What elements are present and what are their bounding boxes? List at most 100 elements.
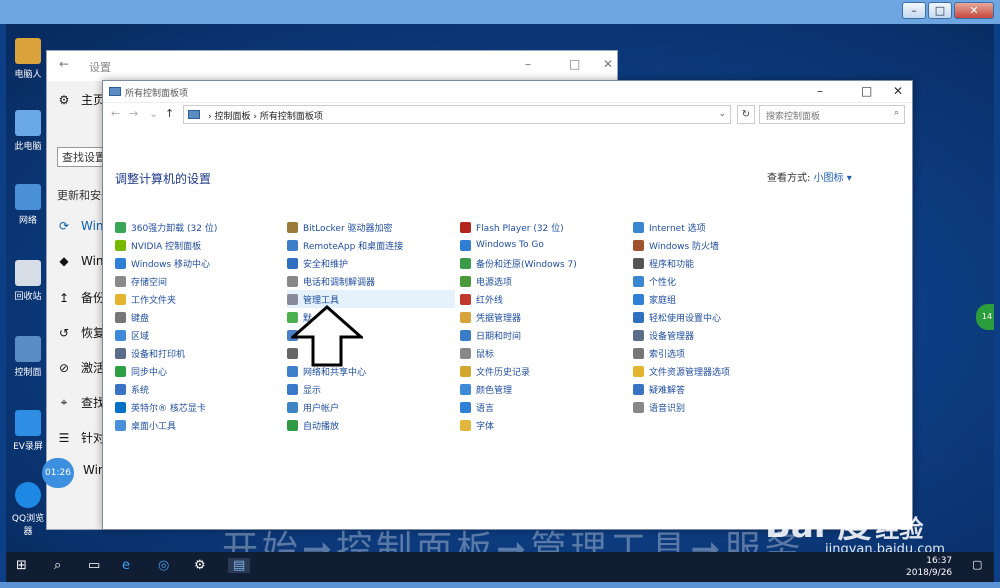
desktop-icon-recycle-bin[interactable]: 回收站	[8, 260, 48, 302]
desktop-icon-control-panel[interactable]: 控制面	[8, 336, 48, 378]
cp-maximize-button[interactable]: □	[861, 84, 872, 98]
cp-item[interactable]: 凭据管理器	[460, 308, 521, 326]
search-icon[interactable]: ⌕	[54, 558, 61, 573]
watermark-text: 经验	[875, 515, 924, 543]
breadcrumb-control-panel[interactable]: 控制面板	[214, 112, 250, 122]
cp-item[interactable]: 存储空间	[115, 272, 167, 290]
back-arrow-icon[interactable]: ←	[59, 57, 69, 71]
desktop-icon-this-pc[interactable]: 此电脑	[8, 110, 48, 152]
cp-item-label: 凭据管理器	[476, 313, 522, 324]
back-arrow-icon[interactable]: ←	[111, 107, 120, 120]
cp-item[interactable]: 颜色管理	[460, 380, 512, 398]
view-by-dropdown[interactable]: 小图标 ▾	[814, 173, 852, 184]
side-float-badge[interactable]: 14	[976, 304, 994, 330]
cp-item[interactable]: 字体	[460, 416, 494, 434]
vm-host-window: – □ ✕ 电脑人 此电脑 网络 回收站 控制面 EV录屏 QQ浏览器 ← 设置…	[0, 0, 1000, 588]
cp-item[interactable]: 语音识别	[633, 398, 685, 416]
cp-item[interactable]: 个性化	[633, 272, 676, 290]
system-clock[interactable]: 16:37 2018/9/26	[906, 555, 952, 579]
settings-close-button[interactable]: ✕	[603, 57, 613, 71]
cp-item[interactable]: 区域	[115, 326, 149, 344]
cp-item[interactable]: 360强力卸载 (32 位)	[115, 218, 217, 236]
host-maximize-button[interactable]: □	[928, 2, 952, 19]
task-view-icon[interactable]: ▭	[88, 558, 100, 573]
cp-item[interactable]: 英特尔® 核芯显卡	[115, 398, 206, 416]
cp-item[interactable]: 语言	[460, 398, 494, 416]
cp-minimize-button[interactable]: –	[817, 84, 823, 98]
cp-item[interactable]: 文件资源管理器选项	[633, 362, 730, 380]
cp-item-icon	[633, 275, 644, 287]
ie-icon[interactable]: e	[122, 558, 130, 573]
settings-gear-icon[interactable]: ⚙	[194, 558, 206, 573]
cp-item[interactable]: Windows 移动中心	[115, 254, 210, 272]
cp-item[interactable]: 自动播放	[287, 416, 339, 434]
control-panel-icon[interactable]: ▤	[228, 558, 251, 573]
cp-close-button[interactable]: ✕	[893, 84, 903, 98]
cp-item[interactable]: 安全和维护	[287, 254, 348, 272]
settings-minimize-button[interactable]: –	[525, 57, 531, 71]
cp-item[interactable]: 用户帐户	[287, 398, 339, 416]
qq-browser-icon[interactable]: ◎	[158, 558, 169, 573]
network-icon	[15, 184, 41, 210]
cp-item-label: 同步中心	[131, 367, 168, 378]
cp-item[interactable]: 系统	[115, 380, 149, 398]
desktop-icon-qq-browser[interactable]: QQ浏览器	[8, 482, 48, 537]
cp-item[interactable]: 设备和打印机	[115, 344, 185, 362]
desktop-icon-network[interactable]: 网络	[8, 184, 48, 226]
host-close-button[interactable]: ✕	[954, 2, 994, 19]
host-minimize-button[interactable]: –	[902, 2, 926, 19]
cp-item[interactable]: Windows To Go	[460, 236, 544, 254]
cp-item-icon	[460, 239, 471, 251]
desktop-icon-ev-recorder[interactable]: EV录屏	[8, 410, 48, 452]
cp-item[interactable]: 同步中心	[115, 362, 167, 380]
notification-icon[interactable]: ▢	[972, 558, 982, 571]
cp-item-icon	[115, 221, 126, 233]
cp-item-icon	[633, 329, 644, 341]
cp-item[interactable]: 桌面小工具	[115, 416, 176, 434]
recent-chevron-icon[interactable]: ⌄	[149, 107, 158, 120]
cp-item[interactable]: 鼠标	[460, 344, 494, 362]
cp-item[interactable]: NVIDIA 控制面板	[115, 236, 201, 254]
cp-item-label: Windows To Go	[476, 240, 544, 250]
cp-item[interactable]: 文件历史记录	[460, 362, 530, 380]
cp-item[interactable]: BitLocker 驱动器加密	[287, 218, 393, 236]
cp-item[interactable]: RemoteApp 和桌面连接	[287, 236, 403, 254]
cp-item[interactable]: 疑难解答	[633, 380, 685, 398]
cp-item[interactable]: 显示	[287, 380, 321, 398]
cp-item-label: 颜色管理	[476, 385, 513, 396]
windows-start-icon[interactable]: ⊞	[16, 558, 27, 573]
up-arrow-icon[interactable]: ↑	[165, 107, 174, 120]
cp-item[interactable]: 红外线	[460, 290, 503, 308]
desktop-icon-user[interactable]: 电脑人	[8, 38, 48, 80]
breadcrumb-all-items[interactable]: 所有控制面板项	[260, 112, 323, 122]
settings-item-backup[interactable]: ↥ 备份	[57, 289, 105, 306]
cp-item[interactable]: Flash Player (32 位)	[460, 218, 564, 236]
address-dropdown-chevron-icon[interactable]: ⌄	[718, 109, 726, 119]
cp-titlebar: 所有控制面板项 – □ ✕	[103, 81, 912, 103]
cp-item[interactable]: 轻松使用设置中心	[633, 308, 721, 326]
cp-item[interactable]: Internet 选项	[633, 218, 706, 236]
cp-item[interactable]: 备份和还原(Windows 7)	[460, 254, 577, 272]
cp-item[interactable]: 索引选项	[633, 344, 685, 362]
settings-item-activation[interactable]: ⊘ 激活	[57, 359, 105, 376]
address-bar[interactable]: › 控制面板 › 所有控制面板项 ⌄	[183, 105, 731, 124]
cp-item[interactable]: 家庭组	[633, 290, 676, 308]
cp-item[interactable]: 日期和时间	[460, 326, 521, 344]
cp-item-label: 设备管理器	[649, 331, 695, 342]
cp-item[interactable]: Windows 防火墙	[633, 236, 719, 254]
settings-maximize-button[interactable]: □	[569, 57, 580, 71]
cp-item[interactable]: 键盘	[115, 308, 149, 326]
settings-item-home[interactable]: ⚙ 主页	[57, 91, 105, 108]
cp-item[interactable]: 工作文件夹	[115, 290, 176, 308]
cp-item-label: 自动播放	[303, 421, 340, 432]
cp-item[interactable]: 程序和功能	[633, 254, 694, 272]
cp-item[interactable]: 电源选项	[460, 272, 512, 290]
desktop-icon-label: 此电脑	[14, 142, 42, 152]
forward-arrow-icon[interactable]: →	[129, 107, 138, 120]
refresh-button[interactable]: ↻	[737, 105, 755, 124]
cp-item[interactable]: 电话和调制解调器	[287, 272, 375, 290]
settings-item-recovery[interactable]: ↺ 恢复	[57, 324, 105, 341]
cp-search-input[interactable]: 搜索控制面板 ⌕	[759, 105, 905, 124]
cp-item[interactable]: 设备管理器	[633, 326, 694, 344]
cp-item-icon	[460, 419, 471, 431]
